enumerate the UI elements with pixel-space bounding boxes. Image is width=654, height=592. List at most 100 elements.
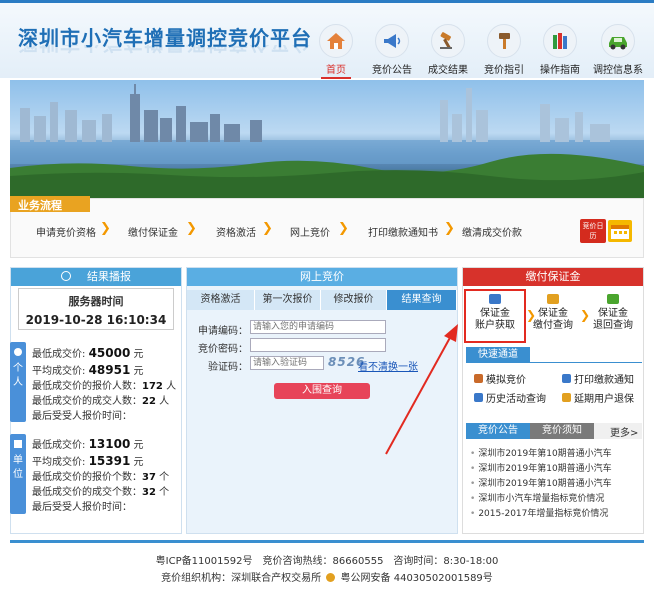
password-label: 竞价密码： <box>198 344 248 355</box>
tab-bid-notice[interactable]: 竞价须知 <box>530 423 594 439</box>
footer-info: 粤ICP备11001592号 竞价咨询热线：86660555 咨询时间：8:30… <box>155 556 499 567</box>
bid-password-input[interactable] <box>250 338 386 352</box>
bid-calendar-button[interactable]: 竞价日历 <box>580 219 606 243</box>
flow-step[interactable]: 网上竞价 <box>290 224 330 239</box>
flow-step[interactable]: 打印缴款通知书 <box>368 224 438 239</box>
flow-step[interactable]: 缴付保证金 <box>128 224 178 239</box>
refund-icon <box>607 294 619 304</box>
news-item[interactable]: • 深圳市2019年第10期普通小汽车 <box>470 461 640 474</box>
more-link[interactable]: 更多> <box>610 424 638 439</box>
personal-tag-text: 个人 <box>13 363 23 388</box>
person-icon <box>14 348 22 356</box>
captcha-input[interactable] <box>250 356 324 370</box>
nav-label: 调控信息系 <box>593 65 643 76</box>
personal-min-price: 最低成交价: 45000 元 <box>32 346 144 360</box>
flow-step[interactable]: 申请竞价资格 <box>36 224 96 239</box>
nav-announcement[interactable]: 竞价公告 <box>364 24 420 76</box>
personal-tag: 个人 <box>10 342 26 422</box>
service-label: 保证金 <box>538 308 568 319</box>
print-icon <box>562 374 571 383</box>
footer-org: 竞价组织机构：深圳联合产权交易所 粤公网安备 44030502001589号 <box>0 569 654 584</box>
nav-label: 竞价公告 <box>372 65 412 76</box>
clock-icon <box>61 271 71 281</box>
annotation-arrow-icon <box>385 324 458 455</box>
chevron-right-icon: ❯ <box>338 221 349 236</box>
nav-label: 操作指南 <box>540 65 580 76</box>
flow-step[interactable]: 资格激活 <box>216 224 256 239</box>
personal-avg-price: 平均成交价: 48951 元 <box>32 363 144 377</box>
news-item[interactable]: • 深圳市2019年第10期普通小汽车 <box>470 476 640 489</box>
wallet-icon <box>547 294 559 304</box>
deposit-refund-query-button[interactable]: 保证金 退回查询 <box>584 292 642 340</box>
panel-title: 结果播报 <box>11 268 181 286</box>
code-label: 申请编码： <box>198 326 248 337</box>
chevron-right-icon: ❯ <box>100 221 111 236</box>
search-doc-icon <box>489 294 501 304</box>
news-item[interactable]: • 2015-2017年增量指标竞价情况 <box>470 506 640 519</box>
tab-activate[interactable]: 资格激活 <box>187 290 255 310</box>
captcha-label: 验证码： <box>208 362 248 373</box>
site-logo-reflection: 深圳市小汽车增量调控竞价平台 <box>18 45 312 59</box>
service-label: 缴付查询 <box>533 320 573 331</box>
panel-title: 缴付保证金 <box>463 268 643 286</box>
unit-deal-count: 最低成交价的成交个数：32 个 <box>32 487 170 498</box>
deferred-refund-link[interactable]: 延期用户退保 <box>562 390 634 405</box>
nav-active-underline <box>321 77 351 79</box>
footer-divider <box>10 540 644 543</box>
history-icon <box>474 393 483 402</box>
panel-title: 网上竞价 <box>187 268 457 286</box>
city-skyline-banner <box>10 80 644 198</box>
unit-last-bid-time: 最后受受人报价时间： <box>32 502 132 513</box>
nav-manual[interactable]: 操作指南 <box>532 24 588 76</box>
deposit-payment-query-button[interactable]: 保证金 缴付查询 <box>524 292 582 340</box>
flow-step[interactable]: 缴清成交价款 <box>462 224 522 239</box>
flow-title: 业务流程 <box>10 196 90 212</box>
print-notice-link[interactable]: 打印缴款通知 <box>562 371 634 386</box>
unit-min-price: 最低成交价: 13100 元 <box>32 437 144 451</box>
chevron-right-icon: ❯ <box>186 221 197 236</box>
personal-last-bid-time: 最后受受人报价时间： <box>32 411 132 422</box>
nav-guide[interactable]: 竞价指引 <box>476 24 532 76</box>
calendar-icon[interactable] <box>608 220 632 242</box>
shortlist-query-button[interactable]: 入围查询 <box>274 383 370 399</box>
tab-bid-announcement[interactable]: 竞价公告 <box>466 423 530 439</box>
megaphone-icon <box>375 24 409 58</box>
mock-bid-link[interactable]: 模拟竞价 <box>474 371 526 386</box>
company-icon <box>14 440 22 448</box>
books-icon <box>543 24 577 58</box>
chevron-right-icon: ❯ <box>444 221 455 236</box>
divider <box>466 362 642 363</box>
server-time-value: 2019-10-28 16:10:34 <box>25 313 167 327</box>
personal-deal-count: 最低成交价的成交人数：22 人 <box>32 396 170 407</box>
car-icon <box>601 24 635 58</box>
server-time-box: 服务器时间 2019-10-28 16:10:34 <box>18 288 174 330</box>
nav-home[interactable]: 首页 <box>308 24 364 79</box>
service-label: 保证金 <box>598 308 628 319</box>
service-label: 保证金 <box>480 308 510 319</box>
deposit-account-button[interactable]: 保证金 账户获取 <box>466 292 524 340</box>
footer-org-label: 竞价组织机构：深圳联合产权交易所 <box>161 573 322 584</box>
personal-bid-count: 最低成交价的报价人数：172 人 <box>32 381 177 392</box>
footer-police-record[interactable]: 粤公网安备 44030502001589号 <box>341 573 493 584</box>
gavel-icon <box>431 24 465 58</box>
unit-bid-count: 最低成交价的报价个数：37 个 <box>32 472 170 483</box>
news-item[interactable]: • 深圳市小汽车增量指标竞价情况 <box>470 491 640 504</box>
police-badge-icon <box>326 573 336 582</box>
nav-results[interactable]: 成交结果 <box>420 24 476 76</box>
tab-result-query[interactable]: 结果查询 <box>387 290 457 310</box>
unit-tag-text: 单位 <box>13 455 23 480</box>
chevron-right-icon: ❯ <box>262 221 273 236</box>
gavel-icon <box>474 374 483 383</box>
nav-label: 竞价指引 <box>484 65 524 76</box>
hammer-icon <box>487 24 521 58</box>
service-label: 退回查询 <box>593 320 633 331</box>
tab-modify-bid[interactable]: 修改报价 <box>321 290 387 310</box>
panel-title-text: 结果播报 <box>87 270 131 283</box>
application-code-input[interactable] <box>250 320 386 334</box>
doc-icon <box>562 393 571 402</box>
nav-label: 成交结果 <box>428 65 468 76</box>
tab-first-bid[interactable]: 第一次报价 <box>255 290 321 310</box>
nav-control-info[interactable]: 调控信息系 <box>588 24 648 76</box>
history-query-link[interactable]: 历史活动查询 <box>474 390 546 405</box>
news-item[interactable]: • 深圳市2019年第10期普通小汽车 <box>470 446 640 459</box>
